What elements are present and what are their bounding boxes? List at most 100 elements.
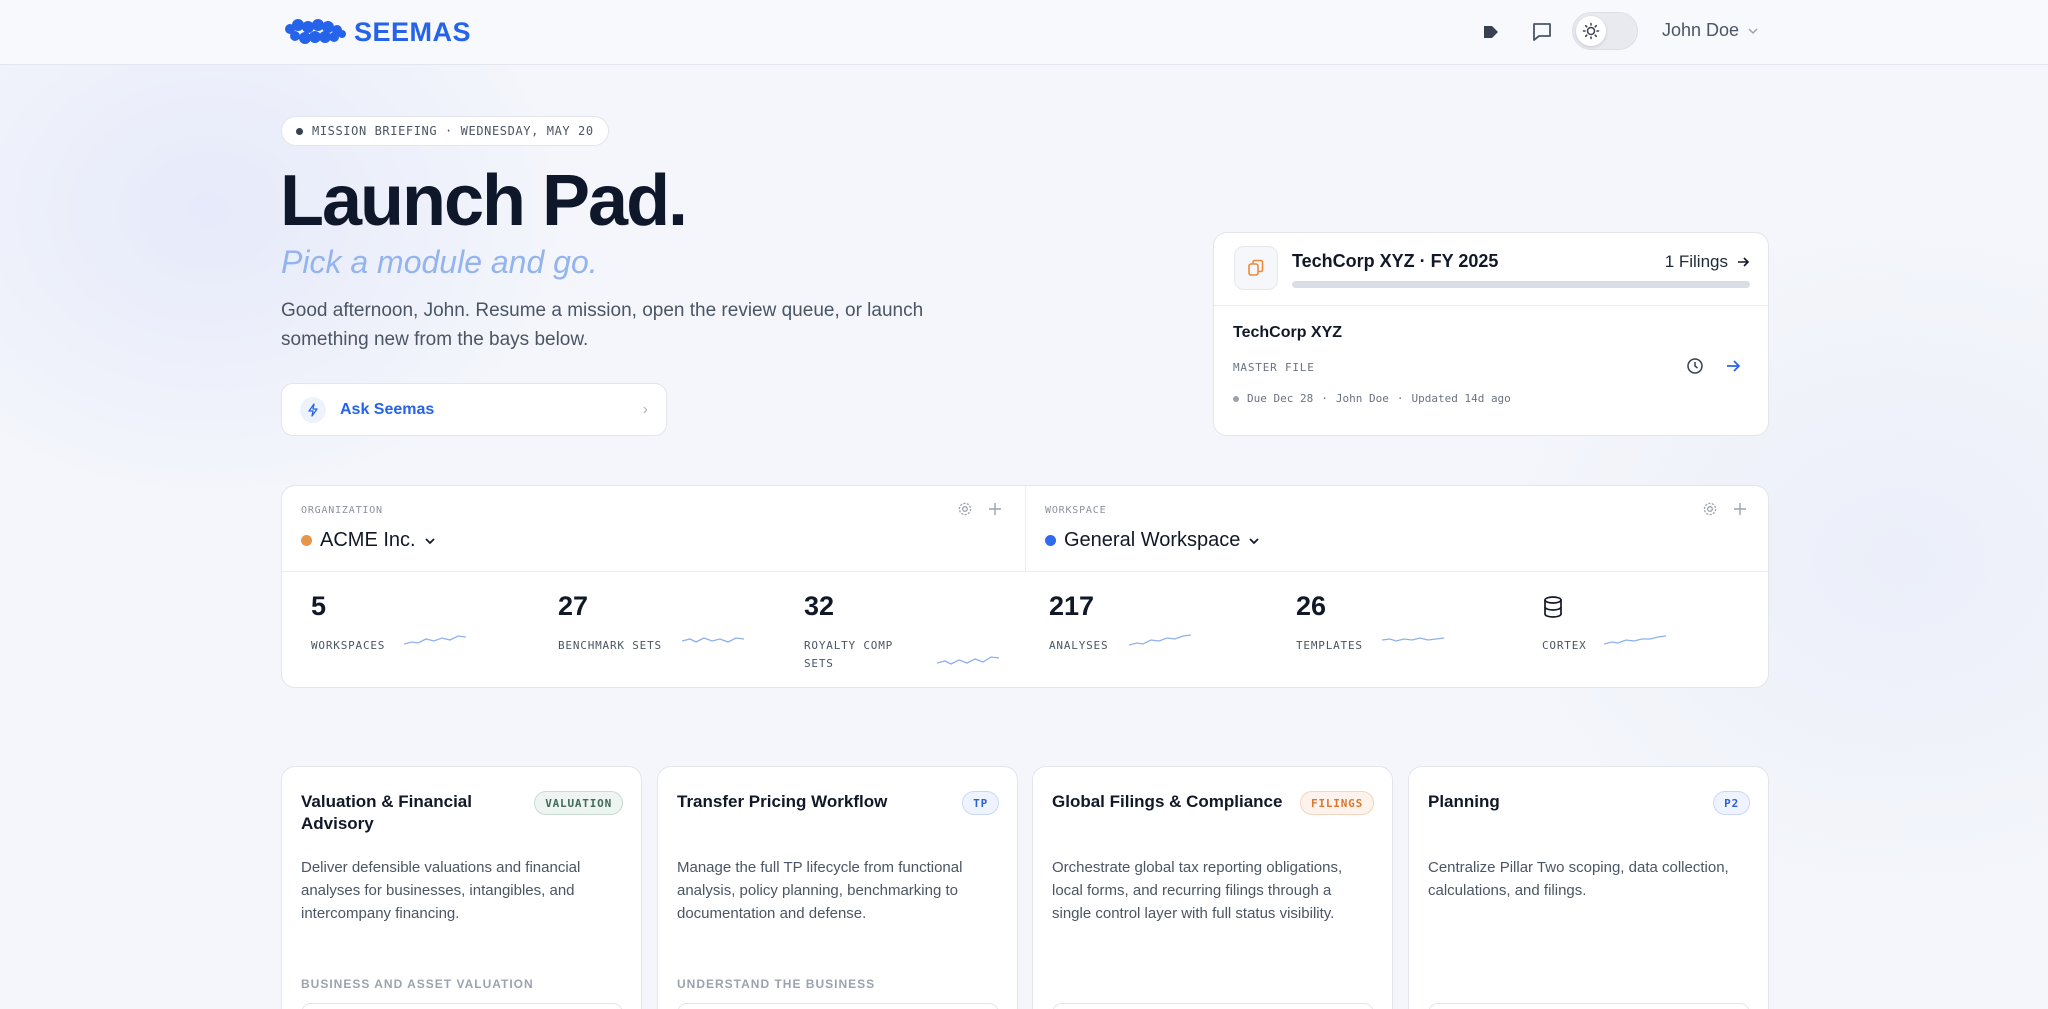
- filing-type: MASTER FILE: [1233, 361, 1315, 374]
- module-title: Valuation & Financial Advisory: [301, 792, 472, 833]
- organization-name: ACME Inc.: [320, 529, 416, 551]
- module-badge: P2: [1713, 791, 1750, 815]
- chevron-right-icon: ›: [642, 400, 648, 418]
- organization-dropdown[interactable]: ACME Inc.: [301, 529, 436, 552]
- page-title: Launch Pad.: [280, 161, 688, 241]
- filing-count: 1 Filings: [1664, 252, 1728, 271]
- stat-value: 217: [1049, 591, 1095, 621]
- filing-company-name: TechCorp XYZ: [1233, 324, 1343, 341]
- module-card-global-filings[interactable]: Global Filings & Compliance FILINGS Orch…: [1032, 766, 1393, 1009]
- workspace-name: General Workspace: [1064, 529, 1241, 551]
- filing-actions: [1686, 357, 1742, 375]
- module-sub-item[interactable]: [301, 1003, 623, 1009]
- module-card-planning[interactable]: Planning P2 Centralize Pillar Two scopin…: [1408, 766, 1769, 1009]
- stat-templates[interactable]: 26 TEMPLATES: [1296, 591, 1536, 671]
- workspace-dropdown[interactable]: General Workspace: [1045, 529, 1260, 552]
- filing-count-link[interactable]: 1 Filings: [1665, 252, 1750, 272]
- module-title: Global Filings & Compliance: [1052, 792, 1283, 811]
- organization-workspace-panel: ORGANIZATION ACME Inc. WORKSPACE General…: [281, 485, 1769, 688]
- workspace-selector: WORKSPACE General Workspace: [1026, 486, 1770, 571]
- workspace-tools: [1702, 501, 1748, 517]
- arrow-right-icon: [1738, 257, 1750, 267]
- filing-owner: John Doe: [1335, 392, 1389, 405]
- plus-icon[interactable]: [1732, 501, 1748, 517]
- stat-workspaces[interactable]: 5 WORKSPACES: [311, 591, 551, 671]
- mission-briefing-badge: MISSION BRIEFING · WEDNESDAY, MAY 20: [281, 116, 609, 146]
- ask-seemas-label: Ask Seemas: [340, 400, 435, 418]
- tag-icon[interactable]: [1478, 19, 1504, 45]
- lightning-icon: [300, 396, 326, 423]
- chat-icon[interactable]: [1529, 19, 1555, 45]
- module-sub-item[interactable]: [1052, 1003, 1374, 1009]
- module-section-label: UNDERSTAND THE BUSINESS: [677, 977, 876, 991]
- top-navigation-bar: SEEMAS John Doe: [0, 0, 2048, 65]
- plus-icon[interactable]: [987, 501, 1003, 517]
- stat-cortex[interactable]: CORTEX: [1542, 591, 1782, 671]
- stat-label: ANALYSES: [1049, 639, 1109, 652]
- chevron-down-icon: [1249, 537, 1259, 544]
- stat-benchmark-sets[interactable]: 27 BENCHMARK SETS: [558, 591, 798, 671]
- sparkline: [404, 635, 467, 645]
- page-subtitle: Pick a module and go.: [281, 244, 598, 280]
- stat-analyses[interactable]: 217 ANALYSES: [1049, 591, 1289, 671]
- gear-icon[interactable]: [1702, 501, 1718, 517]
- stat-royalty-comp-sets[interactable]: 32 ROYALTY COMP SETS: [804, 591, 1044, 671]
- module-sub-item[interactable]: [1428, 1003, 1750, 1009]
- meta-separator: ·: [1321, 392, 1328, 405]
- meta-separator: ·: [1396, 392, 1404, 405]
- stat-label: CORTEX: [1542, 639, 1587, 652]
- workspace-label: WORKSPACE: [1045, 505, 1107, 516]
- filing-meta: Due Dec 28 · John Doe · Updated 14d ago: [1233, 392, 1511, 405]
- logo-mark-icon: [285, 19, 346, 44]
- sparkline: [1382, 637, 1445, 642]
- filing-due: Due Dec 28: [1247, 392, 1314, 405]
- filing-updated: Updated 14d ago: [1411, 392, 1511, 405]
- panel-divider: [282, 571, 1768, 572]
- stat-label: ROYALTY COMP SETS: [804, 639, 894, 670]
- chevron-down-icon: [424, 537, 435, 544]
- sparkline: [1129, 634, 1192, 646]
- user-menu[interactable]: John Doe: [1662, 20, 1759, 41]
- module-description: Orchestrate global tax reporting obligat…: [1052, 859, 1343, 922]
- workspace-color-dot: [1045, 535, 1056, 546]
- module-card-transfer-pricing[interactable]: Transfer Pricing Workflow TP Manage the …: [657, 766, 1018, 1009]
- organization-label: ORGANIZATION: [301, 505, 383, 516]
- organization-tools: [957, 501, 1003, 517]
- sun-icon: [1576, 16, 1606, 46]
- stat-value: 32: [804, 591, 835, 621]
- arrow-right-icon[interactable]: [1724, 357, 1742, 375]
- module-badge: VALUATION: [534, 791, 623, 815]
- module-description: Deliver defensible valuations and financ…: [301, 859, 581, 922]
- stat-label: BENCHMARK SETS: [558, 639, 662, 652]
- chevron-down-icon: [1748, 27, 1758, 34]
- sparkline: [682, 637, 745, 643]
- module-card-valuation[interactable]: Valuation & Financial Advisory VALUATION…: [281, 766, 642, 1009]
- module-title: Planning: [1428, 792, 1500, 811]
- user-name: John Doe: [1662, 20, 1740, 40]
- module-sub-item[interactable]: [677, 1003, 999, 1009]
- module-description: Manage the full TP lifecycle from functi…: [677, 859, 963, 922]
- database-icon: [1544, 596, 1562, 618]
- gear-icon[interactable]: [957, 501, 973, 517]
- brand-logo[interactable]: SEEMAS: [284, 14, 471, 50]
- documents-icon: [1234, 246, 1278, 290]
- stat-value: 5: [311, 591, 327, 621]
- filing-progress-bar: [1292, 281, 1750, 288]
- page-description: Good afternoon, John. Resume a mission, …: [281, 300, 924, 350]
- stat-label: TEMPLATES: [1296, 639, 1363, 652]
- module-description: Centralize Pillar Two scoping, data coll…: [1428, 859, 1729, 899]
- recent-filing-card[interactable]: TechCorp XYZ · FY 2025 1 Filings TechCor…: [1213, 232, 1769, 436]
- filing-card-header: TechCorp XYZ · FY 2025 1 Filings: [1214, 233, 1768, 306]
- stat-value: 26: [1296, 591, 1327, 621]
- stat-value: 27: [558, 591, 589, 621]
- module-section-label: BUSINESS AND ASSET VALUATION: [301, 977, 534, 991]
- filing-card-title: TechCorp XYZ · FY 2025: [1292, 251, 1499, 271]
- theme-toggle[interactable]: [1572, 12, 1638, 50]
- module-badge: TP: [962, 791, 999, 815]
- ask-seemas-button[interactable]: Ask Seemas ›: [281, 383, 667, 436]
- mission-briefing-text: MISSION BRIEFING · WEDNESDAY, MAY 20: [312, 124, 594, 138]
- clock-icon[interactable]: [1686, 357, 1704, 375]
- module-title: Transfer Pricing Workflow: [677, 792, 888, 811]
- sparkline: [937, 656, 1000, 665]
- stat-label: WORKSPACES: [311, 639, 386, 652]
